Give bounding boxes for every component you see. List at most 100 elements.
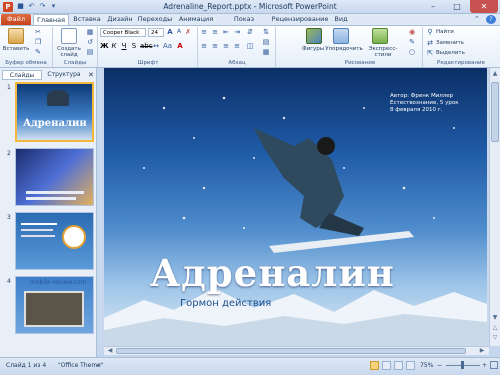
reading-view-icon[interactable]: [394, 361, 403, 370]
fit-to-window-icon[interactable]: [490, 361, 498, 369]
font-color-icon[interactable]: A: [176, 42, 184, 50]
slideshow-icon[interactable]: [406, 361, 415, 370]
numbering-icon[interactable]: ≡: [211, 28, 219, 36]
save-icon[interactable]: ■: [16, 2, 25, 11]
section-icon[interactable]: ▤: [86, 48, 94, 56]
select-icon[interactable]: ⇱: [426, 49, 434, 57]
tab-panel-slides[interactable]: Слайды: [2, 70, 42, 80]
decrease-indent-icon[interactable]: ⇤: [222, 28, 230, 36]
powerpoint-app-icon[interactable]: P: [3, 2, 13, 12]
zoom-level[interactable]: 75%: [420, 362, 433, 370]
arrange-icon[interactable]: [333, 28, 349, 44]
hscroll-thumb[interactable]: [116, 348, 466, 354]
tab-animations[interactable]: Анимация: [175, 14, 217, 25]
qat-dropdown-icon[interactable]: ▾: [49, 2, 58, 11]
shape-fill-icon[interactable]: ◉: [408, 28, 416, 36]
scroll-left-icon[interactable]: ◀: [106, 347, 114, 355]
layout-icon[interactable]: ▦: [86, 28, 94, 36]
close-button[interactable]: ✕: [470, 0, 498, 13]
replace-button[interactable]: Заменить: [436, 40, 476, 46]
tab-view[interactable]: Вид: [331, 14, 351, 25]
slide-thumbnail-1[interactable]: Адреналин: [15, 82, 94, 142]
shrink-font-icon[interactable]: A: [175, 28, 183, 36]
tab-design[interactable]: Дизайн: [105, 14, 135, 25]
italic-button[interactable]: К: [110, 42, 118, 50]
quick-styles-icon[interactable]: [372, 28, 388, 44]
underline-button[interactable]: Ч: [120, 42, 128, 50]
shapes-icon[interactable]: [306, 28, 322, 44]
text-direction-icon[interactable]: ⇅: [262, 28, 270, 36]
replace-icon[interactable]: ⇄: [426, 39, 434, 47]
clear-format-icon[interactable]: ✗: [184, 28, 192, 36]
next-slide-icon[interactable]: ▽: [491, 334, 499, 342]
reset-icon[interactable]: ↺: [86, 38, 94, 46]
slide-subtitle[interactable]: Гормон действия: [180, 298, 271, 310]
find-icon[interactable]: ⚲: [426, 28, 434, 36]
char-spacing-icon[interactable]: ↔: [152, 42, 160, 50]
scroll-up-icon[interactable]: ▲: [491, 70, 499, 78]
bold-button[interactable]: Ж: [100, 42, 109, 50]
align-text-icon[interactable]: ▤: [262, 38, 270, 46]
increase-indent-icon[interactable]: ⇥: [233, 28, 241, 36]
spellcheck-icon[interactable]: ✓: [96, 362, 101, 370]
shape-effects-icon[interactable]: ○: [408, 48, 416, 56]
zoom-in-icon[interactable]: +: [482, 362, 487, 370]
line-spacing-icon[interactable]: ⇵: [246, 28, 254, 36]
arrange-button[interactable]: Упорядочить: [325, 46, 363, 52]
zoom-out-icon[interactable]: −: [437, 362, 442, 370]
slide-title[interactable]: Адреналин: [150, 252, 395, 294]
undo-icon[interactable]: ↶: [27, 2, 36, 11]
tab-insert[interactable]: Вставка: [71, 14, 103, 25]
change-case-icon[interactable]: Aa: [163, 42, 172, 50]
scroll-down-icon[interactable]: ▼: [491, 314, 499, 322]
slide-sorter-icon[interactable]: [382, 361, 391, 370]
find-button[interactable]: Найти: [436, 29, 466, 35]
normal-view-icon[interactable]: [370, 361, 379, 370]
slide-thumbnail-3[interactable]: [15, 212, 94, 270]
tab-file[interactable]: Файл: [1, 14, 31, 25]
font-size-select[interactable]: 24: [148, 28, 164, 37]
tab-slideshow[interactable]: Показ слайдов: [219, 14, 269, 34]
shapes-button[interactable]: Фигуры: [300, 46, 326, 52]
tab-panel-outline[interactable]: Структура: [43, 70, 85, 80]
select-button[interactable]: Выделить: [436, 50, 476, 56]
prev-slide-icon[interactable]: △: [491, 324, 499, 332]
thumb-photo: [24, 291, 84, 327]
align-left-icon[interactable]: ≡: [200, 42, 208, 50]
align-right-icon[interactable]: ≡: [222, 42, 230, 50]
columns-icon[interactable]: ◫: [246, 42, 254, 50]
ribbon-collapse-icon[interactable]: ⌃: [474, 15, 480, 23]
scroll-thumb[interactable]: [491, 82, 499, 142]
create-slide-button[interactable]: Создать слайд: [54, 46, 84, 58]
shadow-button[interactable]: S: [130, 42, 138, 50]
paste-button[interactable]: Вставить: [1, 46, 31, 52]
format-painter-icon[interactable]: ✎: [34, 48, 42, 56]
zoom-slider-thumb[interactable]: [461, 361, 464, 369]
tab-transitions[interactable]: Переходы: [137, 14, 173, 25]
justify-icon[interactable]: ≡: [233, 42, 241, 50]
slide-author-block[interactable]: Автор: Френк Миллер Естествознание, 5 ур…: [390, 93, 485, 114]
strikethrough-button[interactable]: abc: [140, 42, 153, 50]
minimize-button[interactable]: –: [422, 0, 444, 13]
tab-review[interactable]: Рецензирование: [271, 14, 329, 25]
panel-close-icon[interactable]: ✕: [88, 71, 94, 79]
bullets-icon[interactable]: ≡: [200, 28, 208, 36]
horizontal-scrollbar[interactable]: ◀ ▶: [104, 346, 489, 355]
shape-outline-icon[interactable]: ✎: [408, 38, 416, 46]
grow-font-icon[interactable]: A: [166, 28, 174, 36]
smartart-icon[interactable]: ▦: [262, 48, 270, 56]
scroll-right-icon[interactable]: ▶: [478, 347, 486, 355]
paste-icon[interactable]: [8, 28, 24, 44]
help-icon[interactable]: ?: [486, 15, 496, 24]
maximize-button[interactable]: □: [446, 0, 468, 13]
slide-thumbnail-2[interactable]: [15, 148, 94, 206]
vertical-scrollbar[interactable]: ▲ ▼ △ ▽: [489, 68, 500, 346]
font-name-select[interactable]: Cooper Black: [100, 28, 146, 37]
cut-icon[interactable]: ✂: [34, 28, 42, 36]
quick-styles-button[interactable]: Экспресс-стили: [361, 46, 405, 58]
new-slide-icon[interactable]: [61, 28, 77, 44]
tab-home[interactable]: Главная: [33, 14, 69, 25]
copy-icon[interactable]: ❐: [34, 38, 42, 46]
align-center-icon[interactable]: ≡: [211, 42, 219, 50]
redo-icon[interactable]: ↷: [38, 2, 47, 11]
